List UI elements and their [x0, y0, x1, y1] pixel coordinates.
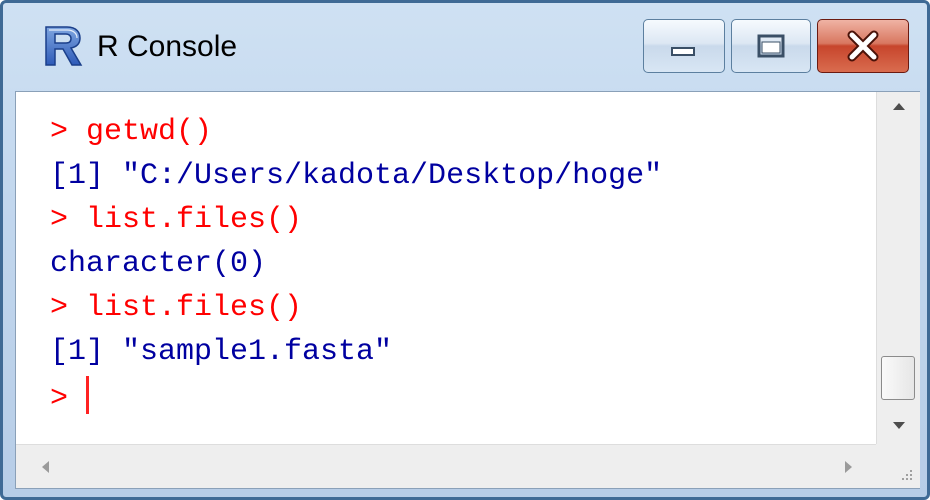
resize-grip-icon [902, 470, 912, 480]
r-logo-icon [45, 26, 83, 66]
text-cursor [86, 376, 90, 414]
console-line: [1] "C:/Users/kadota/Desktop/hoge" [50, 159, 663, 193]
console-line: > list.files() [50, 203, 303, 237]
console-line: > list.files() [50, 291, 303, 325]
prompt-line[interactable]: > [50, 376, 90, 416]
scroll-up-icon[interactable] [877, 92, 921, 124]
vertical-scrollbar[interactable] [876, 92, 920, 444]
horizontal-scrollbar[interactable] [16, 444, 876, 488]
maximize-button[interactable] [731, 19, 811, 73]
window-title: R Console [97, 30, 238, 63]
prompt: > [50, 382, 87, 416]
vertical-scroll-thumb[interactable] [881, 356, 915, 400]
minimize-icon [671, 47, 695, 56]
scroll-down-icon[interactable] [877, 410, 921, 444]
resize-grip[interactable] [876, 444, 920, 488]
console-area: > getwd() [1] "C:/Users/kadota/Desktop/h… [15, 91, 920, 489]
close-button[interactable] [817, 19, 909, 73]
minimize-button[interactable] [643, 19, 725, 73]
scroll-left-icon[interactable] [36, 457, 56, 477]
title-bar[interactable]: R Console [3, 3, 927, 91]
console-line: > getwd() [50, 115, 213, 149]
r-console-window: R Console > getwd() [1] "C:/Users/kadota… [0, 0, 930, 500]
console-output[interactable]: > getwd() [1] "C:/Users/kadota/Desktop/h… [16, 92, 876, 444]
scroll-right-icon[interactable] [838, 457, 858, 477]
console-line: character(0) [50, 247, 267, 281]
close-icon [847, 30, 879, 62]
console-line: [1] "sample1.fasta" [50, 335, 393, 369]
maximize-icon [757, 34, 785, 58]
